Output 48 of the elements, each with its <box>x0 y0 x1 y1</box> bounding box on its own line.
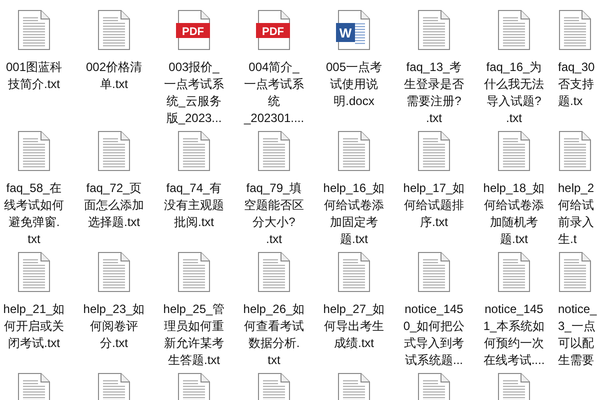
text-file-icon[interactable] <box>417 251 451 293</box>
text-file-icon[interactable] <box>17 9 51 51</box>
file-name[interactable]: faq_72_页 面怎么添加 选择题.txt <box>84 180 144 231</box>
file-name[interactable]: 003报价_ 一点考试系 统_云服务 版_2023... <box>164 59 224 127</box>
text-file-icon[interactable] <box>337 251 371 293</box>
text-file-icon[interactable] <box>177 130 211 172</box>
file-name[interactable]: help_27_如 何导出考生 成绩.txt <box>323 301 385 352</box>
file-name[interactable]: help_21_如 何开启或关 闭考试.txt <box>3 301 65 352</box>
text-file-icon[interactable] <box>417 9 451 51</box>
pdf-file-icon[interactable]: PDF <box>257 9 291 51</box>
text-file-icon[interactable] <box>337 130 371 172</box>
text-file-icon[interactable] <box>558 130 592 172</box>
file-name[interactable]: help_16_如 何给试卷添 加固定考 题.txt <box>323 180 385 248</box>
file-name[interactable]: faq_13_考 生登录是否 需要注册? .txt <box>404 59 464 127</box>
file-name[interactable]: help_17_如 何给试题排 序.txt <box>403 180 465 231</box>
text-file-icon[interactable] <box>97 130 131 172</box>
text-file-icon[interactable] <box>558 9 592 51</box>
file-name[interactable]: faq_79_填 空题能否区 分大小? .txt <box>244 180 304 248</box>
file-name[interactable]: 001图蓝科 技简介.txt <box>6 59 62 93</box>
file-name[interactable]: 004简介_ 一点考试系 统 _202301.... <box>244 59 304 127</box>
file-name[interactable]: 005一点考 试使用说 明.docx <box>326 59 382 110</box>
file-name[interactable]: help_25_管 理员如何重 新允许某考 生答题.txt <box>163 301 225 369</box>
text-file-icon[interactable] <box>97 251 131 293</box>
file-name[interactable]: help_26_如 何查看考试 数据分析. txt <box>243 301 305 369</box>
text-file-icon[interactable] <box>497 251 531 293</box>
file-name[interactable]: 002价格清 单.txt <box>86 59 142 93</box>
text-file-icon[interactable] <box>257 251 291 293</box>
text-file-icon[interactable] <box>497 130 531 172</box>
text-file-icon[interactable] <box>177 251 211 293</box>
file-name[interactable]: faq_30 否支持 题.tx <box>558 59 595 110</box>
text-file-icon[interactable] <box>417 130 451 172</box>
file-name[interactable]: notice_145 1_本系统如 何预约一次 在线考试.... <box>483 301 545 369</box>
text-file-icon[interactable] <box>257 130 291 172</box>
file-name[interactable]: help_23_如 何阅卷评 分.txt <box>83 301 145 352</box>
file-name[interactable]: help_2 何给试 前录入 生.t <box>558 180 594 248</box>
text-file-icon[interactable] <box>17 251 51 293</box>
word-document-icon[interactable]: W <box>337 9 371 51</box>
file-name[interactable]: help_18_如 何给试卷添 加随机考 题.txt <box>483 180 545 248</box>
text-file-icon[interactable] <box>558 251 592 293</box>
text-file-icon[interactable] <box>97 9 131 51</box>
file-name[interactable]: faq_74_有 没有主观题 批阅.txt <box>164 180 224 231</box>
file-name[interactable]: notice_ 3_一点 可以配 生需要 <box>558 301 597 369</box>
file-name[interactable]: faq_16_为 什么我无法 导入试题? .txt <box>484 59 544 127</box>
file-name[interactable]: notice_145 0_如何把公 式导入到考 试系统题... <box>403 301 465 369</box>
pdf-file-icon[interactable]: PDF <box>177 9 211 51</box>
text-file-icon[interactable] <box>497 9 531 51</box>
file-name[interactable]: faq_58_在 线考试如何 避免弹窗. txt <box>4 180 64 248</box>
text-file-icon[interactable] <box>17 130 51 172</box>
